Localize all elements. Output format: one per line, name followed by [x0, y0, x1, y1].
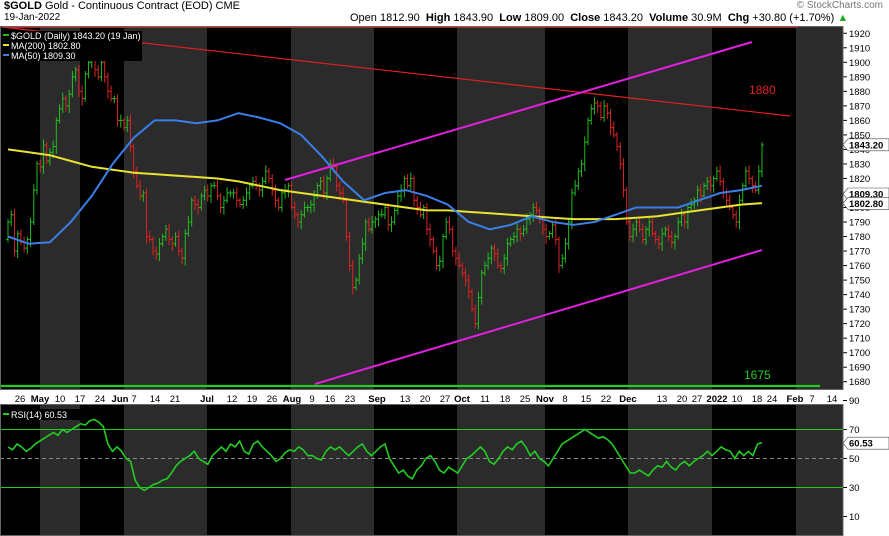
date-tick-label: 24 — [767, 394, 778, 405]
price-tick-label: 1760 — [849, 261, 870, 272]
chart-canvas: 1680169017001710172017301740175017601770… — [0, 26, 889, 536]
date-tick-label: 10 — [55, 394, 66, 405]
date-tick-label: Jun — [112, 394, 129, 405]
date-tick-label: Feb — [787, 394, 804, 405]
price-tick-label: 1680 — [849, 377, 870, 388]
legend-label: MA(200) 1802.80 — [11, 41, 81, 51]
price-tick-label: 1790 — [849, 218, 870, 229]
last-price-badge-text: 1843.20 — [849, 140, 883, 151]
date-tick-label: Oct — [454, 394, 471, 405]
annotation-1880: 1880 — [749, 83, 776, 97]
date-tick-label: 11 — [480, 394, 490, 405]
date-tick-label: 20 — [677, 394, 688, 405]
month-band-rsi — [40, 404, 80, 536]
price-legend: $GOLD (Daily) 1843.20 (19 Jan)MA(200) 18… — [2, 31, 142, 61]
rsi-tick-label: 50 — [849, 454, 860, 465]
price-tick-label: 1920 — [849, 29, 870, 40]
chart-header: $GOLD Gold - Continuous Contract (EOD) C… — [0, 0, 889, 26]
chart-title: $GOLD Gold - Continuous Contract (EOD) C… — [4, 0, 240, 12]
date-tick-label: 14 — [150, 394, 161, 405]
date-tick-label: 21 — [170, 394, 181, 405]
date-tick-label: 7 — [131, 394, 136, 405]
rsi-badge: 60.53 — [842, 436, 889, 450]
date-tick-label: 10 — [732, 394, 743, 405]
rsi-legend-label: RSI(14) 60.53 — [11, 410, 67, 420]
legend-label: MA(50) 1809.30 — [11, 51, 76, 61]
chg-arrow-icon: ▲ — [837, 12, 849, 24]
date-tick-label: 26 — [267, 394, 278, 405]
date-tick-label: 8 — [562, 394, 567, 405]
date-tick-label: 9 — [309, 394, 314, 405]
ma200-badge: 1802.80 — [842, 197, 889, 210]
ohlc-readout: Open 1812.90 High 1843.90 Low 1809.00 Cl… — [350, 12, 849, 24]
month-band-rsi — [124, 404, 207, 536]
date-tick-label: 18 — [752, 394, 763, 405]
month-band-rsi — [291, 404, 374, 536]
date-tick-label: Jul — [200, 394, 214, 405]
price-tick-label: 1870 — [849, 101, 870, 112]
rsi-tick-label: 10 — [849, 512, 860, 523]
price-tick-label: 1700 — [849, 348, 870, 359]
month-band — [291, 26, 374, 389]
date-tick-label: 27 — [440, 394, 451, 405]
date-tick-label: 22 — [601, 394, 612, 405]
chart-date: 19-Jan-2022 — [4, 12, 61, 23]
price-tick-label: 1830 — [849, 159, 870, 170]
date-tick-label: Aug — [283, 394, 302, 405]
month-band — [40, 26, 80, 389]
date-tick-label: 14 — [827, 394, 838, 405]
price-tick-label: 1880 — [849, 87, 870, 98]
price-tick-label: 1890 — [849, 72, 870, 83]
date-tick-label: 27 — [692, 394, 703, 405]
date-tick-label: 24 — [95, 394, 106, 405]
date-tick-label: 2022 — [706, 394, 727, 405]
price-tick-label: 1730 — [849, 305, 870, 316]
date-tick-label: 20 — [420, 394, 431, 405]
rsi-badge-text: 60.53 — [849, 439, 873, 450]
month-band — [796, 26, 843, 389]
date-tick-label: 12 — [227, 394, 238, 405]
date-tick-label: 16 — [325, 394, 336, 405]
date-tick-label: Sep — [368, 394, 386, 405]
date-tick-label: 13 — [657, 394, 668, 405]
price-tick-label: 1900 — [849, 58, 870, 69]
price-tick-label: 1710 — [849, 334, 870, 345]
date-tick-label: 13 — [400, 394, 411, 405]
last-price-badge: 1843.20 — [842, 138, 889, 151]
date-tick-label: 23 — [345, 394, 356, 405]
date-tick-label: 17 — [75, 394, 86, 405]
rsi-tick-label: 30 — [849, 483, 860, 494]
price-tick-label: 1740 — [849, 290, 870, 301]
date-tick-label: 26 — [15, 394, 26, 405]
price-tick-label: 1860 — [849, 116, 870, 127]
date-tick-label: Dec — [619, 394, 636, 405]
month-band-rsi — [457, 404, 545, 536]
date-tick-label: 7 — [809, 394, 814, 405]
price-tick-label: 1750 — [849, 276, 870, 287]
watermark: © StockCharts.com — [796, 0, 883, 11]
date-tick-label: 15 — [581, 394, 592, 405]
price-tick-label: 1910 — [849, 43, 870, 54]
price-tick-label: 1780 — [849, 232, 870, 243]
month-band-rsi — [796, 404, 843, 536]
date-tick-label: Nov — [536, 394, 555, 405]
date-tick-label: 18 — [500, 394, 511, 405]
price-tick-label: 1770 — [849, 247, 870, 258]
price-tick-label: 1820 — [849, 174, 870, 185]
date-tick-label: 25 — [520, 394, 531, 405]
legend-label: $GOLD (Daily) 1843.20 (19 Jan) — [11, 31, 141, 41]
price-tick-label: 1720 — [849, 319, 870, 330]
date-tick-label: May — [31, 394, 50, 405]
date-tick-label: 19 — [247, 394, 258, 405]
rsi-tick-label: 90 — [849, 396, 860, 407]
annotation-1675: 1675 — [744, 368, 771, 382]
price-tick-label: 1690 — [849, 363, 870, 374]
ma200-badge-text: 1802.80 — [849, 199, 883, 210]
rsi-tick-label: 70 — [849, 425, 860, 436]
